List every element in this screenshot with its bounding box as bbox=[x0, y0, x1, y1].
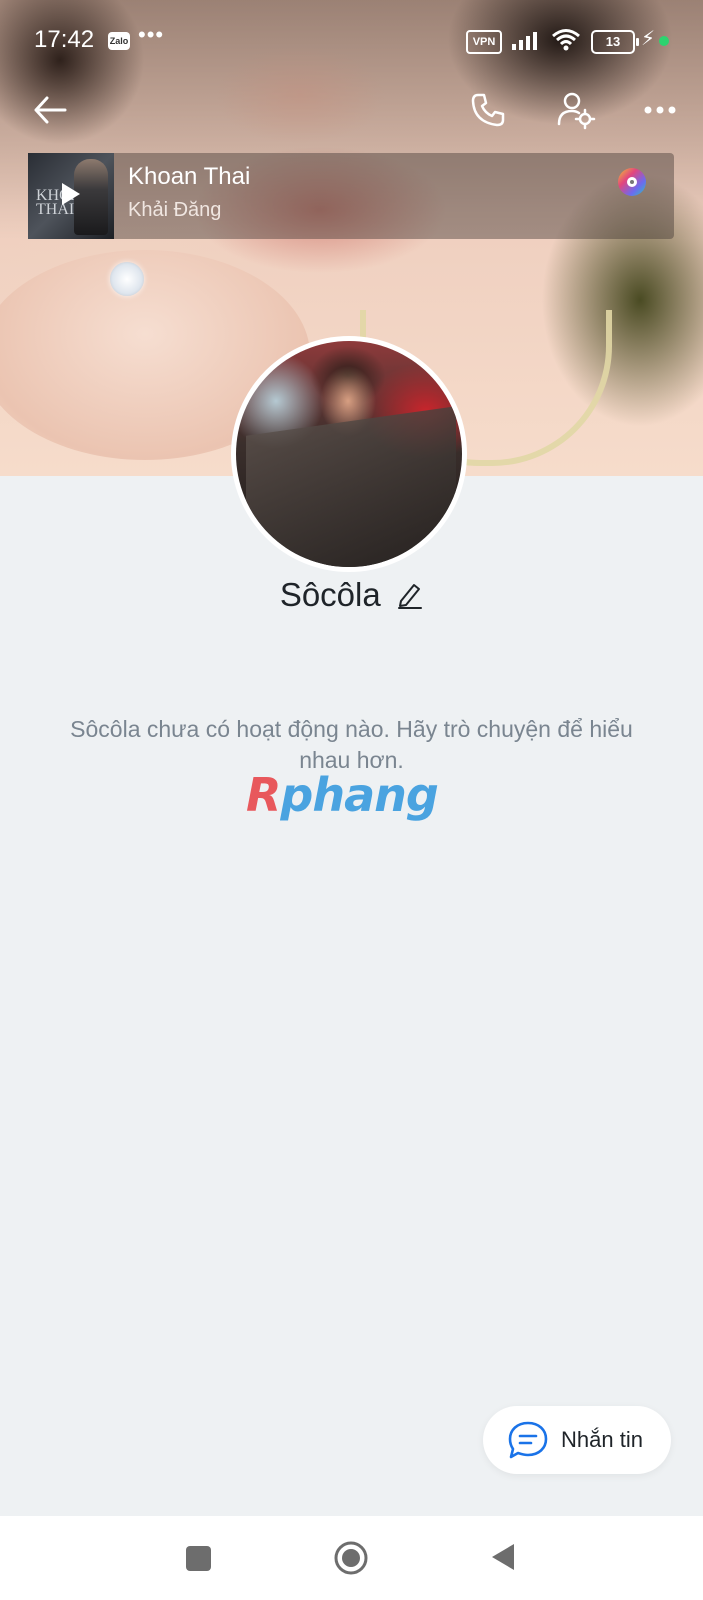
status-bar: 17:42 Zalo ••• VPN 13 ⚡ bbox=[0, 0, 703, 80]
privacy-indicator-dot bbox=[659, 36, 669, 46]
avatar-photo bbox=[236, 341, 462, 567]
phone-icon bbox=[471, 93, 505, 127]
system-navigation-bar bbox=[0, 1516, 703, 1600]
music-disc-icon[interactable] bbox=[617, 167, 647, 197]
back-button[interactable] bbox=[26, 86, 74, 134]
zalo-notification-icon: Zalo bbox=[108, 32, 130, 50]
status-time: 17:42 bbox=[34, 26, 95, 53]
more-horizontal-icon bbox=[644, 106, 676, 114]
profile-music-bar[interactable]: KHOAN THAI Khoan Thai Khải Đăng bbox=[28, 153, 674, 239]
song-artist: Khải Đăng bbox=[128, 199, 222, 221]
home-button[interactable] bbox=[333, 1540, 369, 1576]
avatar[interactable] bbox=[231, 336, 467, 572]
song-title: Khoan Thai bbox=[128, 163, 251, 190]
cover-ring bbox=[110, 262, 144, 296]
nav-back-button[interactable] bbox=[490, 1542, 516, 1572]
profile-name-row: Sôcôla bbox=[0, 576, 703, 626]
edit-pencil-icon[interactable] bbox=[397, 581, 423, 609]
chat-bubble-icon bbox=[508, 1421, 548, 1459]
wifi-icon bbox=[552, 29, 580, 51]
user-settings-icon bbox=[557, 92, 596, 130]
send-message-label: Nhắn tin bbox=[561, 1427, 643, 1452]
profile-settings-button[interactable] bbox=[552, 86, 600, 134]
recent-apps-button[interactable] bbox=[186, 1546, 211, 1571]
profile-name: Sôcôla bbox=[279, 576, 381, 613]
avatar-car-window bbox=[246, 406, 456, 567]
signal-icon bbox=[512, 32, 537, 50]
album-cover: KHOAN THAI bbox=[28, 153, 114, 239]
charging-icon: ⚡ bbox=[641, 28, 656, 50]
vpn-icon: VPN bbox=[466, 30, 502, 54]
arrow-left-icon bbox=[34, 96, 67, 124]
empty-activity-message: Sôcôla chưa có hoạt động nào. Hãy trò ch… bbox=[70, 716, 633, 773]
send-message-button[interactable]: Nhắn tin bbox=[483, 1406, 671, 1474]
status-more-dots: ••• bbox=[138, 22, 165, 47]
battery-icon: 13 bbox=[591, 30, 639, 54]
call-button[interactable] bbox=[464, 86, 512, 134]
rphang-watermark-logo: Rphang bbox=[246, 768, 439, 822]
more-button[interactable] bbox=[636, 86, 684, 134]
play-icon[interactable] bbox=[60, 181, 82, 207]
